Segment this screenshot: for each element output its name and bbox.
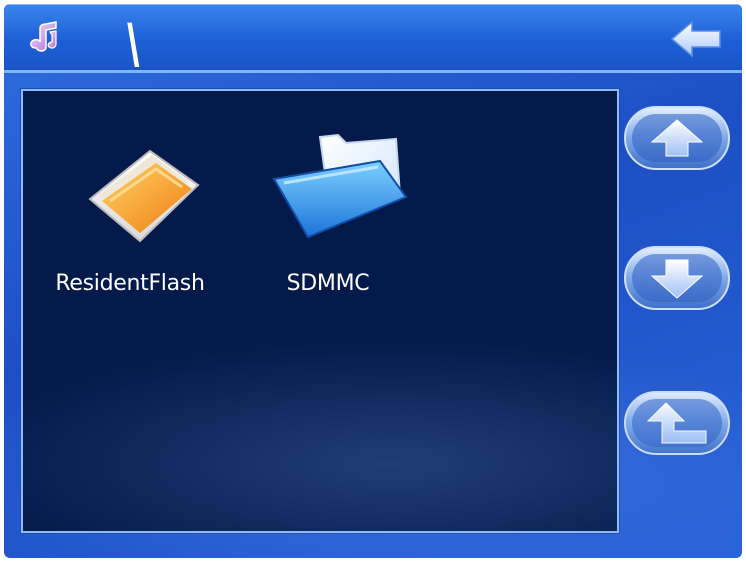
back-arrow-icon[interactable] [668,18,724,60]
parent-directory-button[interactable] [622,389,732,457]
scroll-up-button[interactable] [622,104,732,172]
file-item-sdmmc[interactable]: SDMMC [233,109,423,296]
music-note-icon[interactable] [24,18,64,58]
current-path-label: \ [119,12,147,75]
file-label-residentflash: ResidentFlash [55,271,205,296]
scroll-down-button[interactable] [622,244,732,312]
device-frame: \ ResidentFlash SDMMC [4,4,742,558]
file-browser-pane: ResidentFlash SDMMC [21,89,619,533]
file-label-sdmmc: SDMMC [286,271,370,296]
file-item-residentflash[interactable]: ResidentFlash [35,109,225,296]
header-bar: \ [4,4,742,75]
flash-folder-icon [88,149,200,243]
sd-folder-icon [272,133,408,239]
